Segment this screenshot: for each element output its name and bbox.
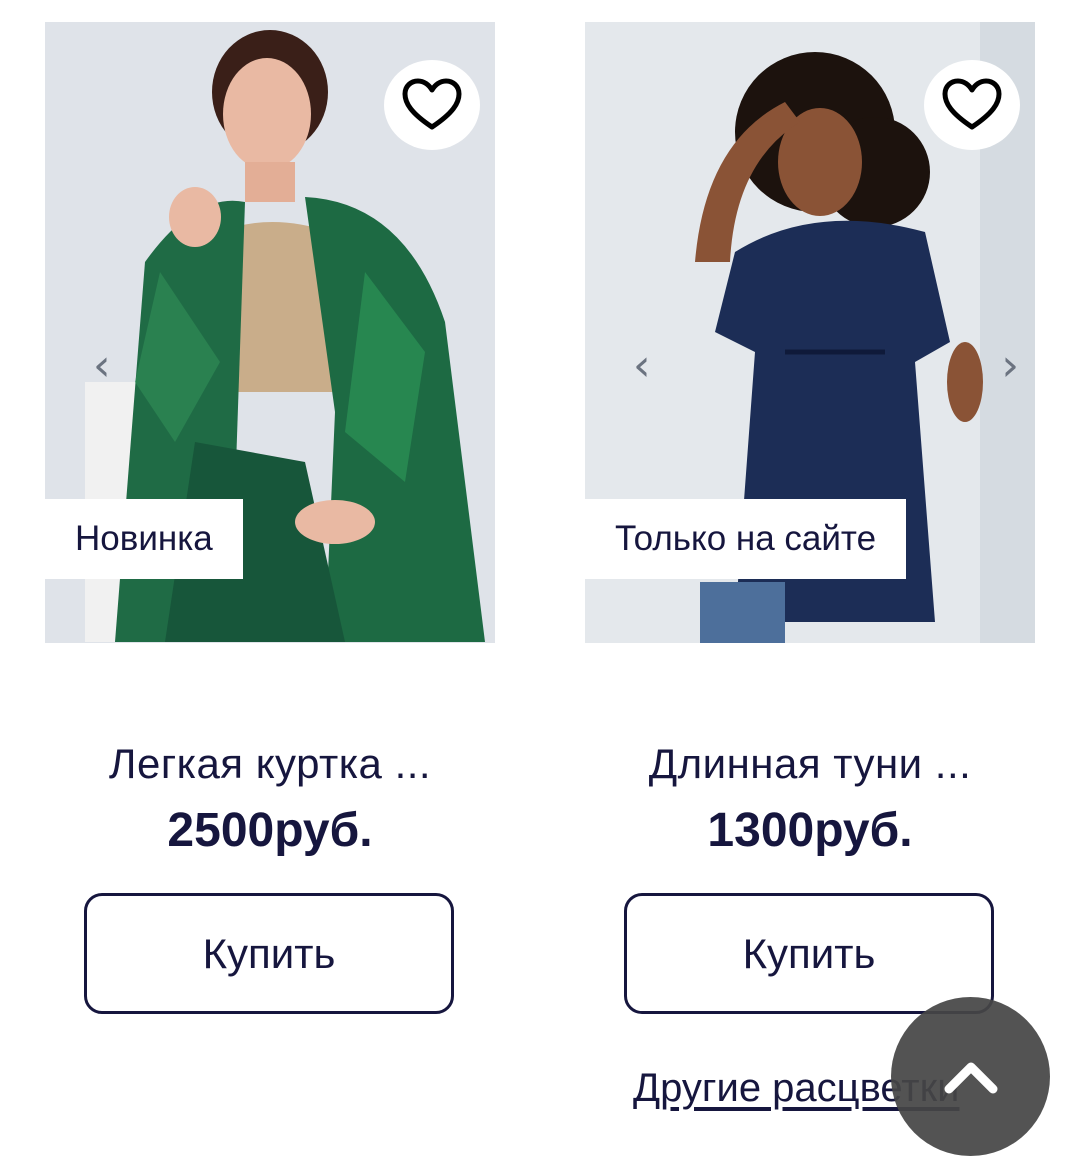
buy-button[interactable]: Купить: [84, 893, 454, 1014]
product-price: 2500руб.: [167, 804, 373, 857]
carousel-next-arrow[interactable]: ›: [1001, 344, 1019, 388]
heart-outline-icon: [942, 78, 1002, 130]
product-title[interactable]: Длинная туни ...: [540, 740, 1080, 788]
favorite-button[interactable]: [924, 60, 1020, 150]
buy-button[interactable]: Купить: [624, 893, 994, 1014]
scroll-to-top-button[interactable]: [891, 997, 1050, 1156]
heart-outline-icon: [402, 78, 462, 130]
product-card: ‹ › Только на сайте Длинная туни ... 130…: [540, 0, 1080, 1153]
new-badge: Новинка: [45, 499, 243, 579]
product-card: ‹ Новинка Легкая куртка ... 2500руб. Куп…: [0, 0, 540, 1153]
product-image[interactable]: ‹ Новинка: [45, 22, 495, 643]
product-image[interactable]: ‹ › Только на сайте: [585, 22, 1035, 643]
product-title[interactable]: Легкая куртка ...: [0, 740, 540, 788]
online-only-badge: Только на сайте: [585, 499, 907, 579]
carousel-prev-arrow[interactable]: ‹: [93, 344, 111, 388]
favorite-button[interactable]: [384, 60, 480, 150]
carousel-prev-arrow[interactable]: ‹: [633, 344, 651, 388]
product-price: 1300руб.: [707, 804, 913, 857]
chevron-up-icon: [944, 1062, 997, 1093]
